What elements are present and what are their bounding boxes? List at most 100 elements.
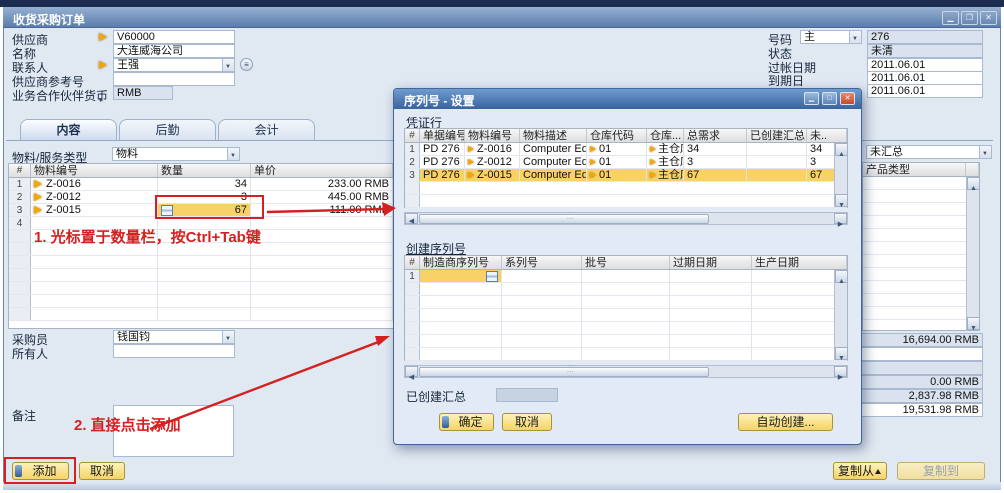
statusbar: [3, 482, 1001, 490]
desktop-strip: [0, 0, 1004, 7]
tab-content[interactable]: 内容: [20, 119, 117, 141]
link-arrow-icon[interactable]: [34, 180, 42, 188]
contact-dropdown[interactable]: 王强: [113, 58, 235, 72]
posting-date-input[interactable]: 2011.06.01: [867, 58, 983, 72]
scroll-right-icon[interactable]: [834, 366, 847, 377]
table-row[interactable]: 1: [405, 270, 847, 283]
link-arrow-icon[interactable]: [99, 61, 107, 69]
close-icon[interactable]: ✕: [840, 92, 855, 105]
vendor-input[interactable]: V60000: [113, 30, 235, 44]
link-arrow-icon[interactable]: [34, 206, 42, 214]
tax-value: 2,837.98 RMB: [855, 389, 983, 403]
link-arrow-icon[interactable]: [650, 159, 656, 165]
expand-icon[interactable]: ≡: [240, 58, 253, 71]
serial-number-dialog: 序列号 - 设置 ▁ □ ✕ 凭证行 # 单据编号 物料编号 物料描述 仓库代码…: [393, 88, 862, 445]
table-row[interactable]: 2 PD 276 Z-0012 Computer Equipment 01 主仓…: [405, 156, 847, 169]
scroll-thumb[interactable]: [419, 367, 709, 377]
dialog-titlebar[interactable]: 序列号 - 设置 ▁ □ ✕: [394, 89, 861, 109]
link-arrow-icon[interactable]: [468, 146, 474, 152]
mfr-serial-input[interactable]: [420, 270, 502, 282]
scroll-left-icon[interactable]: [405, 366, 418, 377]
created-total-value: [496, 388, 558, 402]
copy-from-button[interactable]: 复制从: [833, 462, 887, 480]
scroll-up-icon[interactable]: [967, 177, 980, 190]
scrollbar-horizontal[interactable]: [404, 212, 848, 225]
product-type-table: 产品类型: [862, 162, 980, 331]
buyer-dropdown[interactable]: 钱国钧: [113, 330, 235, 344]
tab-accounting[interactable]: 会计: [218, 119, 315, 141]
scrollbar[interactable]: [834, 143, 848, 207]
doc-date-input[interactable]: 2011.06.01: [867, 84, 983, 98]
link-arrow-icon[interactable]: [590, 146, 596, 152]
table-row[interactable]: 1 PD 276 Z-0016 Computer Equipment 01 主仓…: [405, 143, 847, 156]
scroll-left-icon[interactable]: [405, 213, 418, 224]
table-row: [405, 182, 847, 195]
link-arrow-icon[interactable]: [34, 193, 42, 201]
scroll-up-icon[interactable]: [835, 143, 848, 156]
scrollbar[interactable]: [966, 177, 980, 330]
link-arrow-icon[interactable]: [468, 159, 474, 165]
chevron-down-icon[interactable]: [222, 59, 234, 71]
ok-button[interactable]: 确定: [439, 413, 494, 431]
scrollbar-horizontal[interactable]: [404, 365, 848, 378]
doc-rows-table: # 单据编号 物料编号 物料描述 仓库代码 仓库... 总需求 已创建汇总 未.…: [404, 128, 848, 208]
minimize-icon[interactable]: ▁: [804, 92, 819, 105]
annotation-step2: 2. 直接点击添加: [74, 417, 181, 434]
scroll-right-icon[interactable]: [834, 213, 847, 224]
detail-icon[interactable]: [161, 204, 173, 216]
chevron-down-icon[interactable]: [97, 89, 104, 107]
cancel-button[interactable]: 取消: [79, 462, 125, 480]
doc-no-type-dropdown[interactable]: 主: [800, 30, 862, 44]
bp-currency-value: RMB: [113, 86, 173, 100]
table-row: [405, 309, 847, 322]
link-arrow-icon[interactable]: [590, 172, 596, 178]
add-button[interactable]: 添加: [12, 462, 69, 480]
vendor-ref-input[interactable]: [113, 72, 235, 86]
create-serials-table: # 制造商序列号 系列号 批号 过期日期 生产日期 1: [404, 255, 848, 361]
owner-label: 所有人: [12, 347, 49, 361]
due-date-input[interactable]: 2011.06.01: [867, 71, 983, 85]
annotation-step1: 1. 光标置于数量栏，按Ctrl+Tab键: [34, 229, 261, 246]
chevron-down-icon[interactable]: [979, 146, 991, 158]
bp-currency-label[interactable]: 业务合作伙伴货币: [12, 87, 108, 104]
quantity-cell-active[interactable]: 67: [158, 204, 251, 216]
main-window-titlebar[interactable]: 收货采购订单 ▁ ❐ ✕: [3, 7, 1001, 28]
screen: 收货采购订单 ▁ ❐ ✕ 供应商 V60000 名称 大连威海公司 联系人 王强…: [0, 0, 1004, 493]
status-value: 未清: [867, 44, 983, 58]
owner-input[interactable]: [113, 344, 235, 358]
link-arrow-icon[interactable]: [650, 172, 656, 178]
dialog-cancel-button[interactable]: 取消: [502, 413, 552, 431]
link-arrow-icon[interactable]: [468, 172, 474, 178]
chevron-down-icon[interactable]: [222, 331, 234, 343]
scroll-down-icon[interactable]: [967, 317, 980, 330]
discount-input[interactable]: [855, 347, 983, 361]
name-input[interactable]: 大连威海公司: [113, 44, 235, 58]
close-icon[interactable]: ✕: [980, 11, 997, 25]
table-row-selected[interactable]: 3 PD 276 Z-0015 Computer Equipment 01 主仓…: [405, 169, 847, 182]
scrollbar[interactable]: [834, 270, 848, 360]
restore-icon[interactable]: ❐: [961, 11, 978, 25]
tab-logistics[interactable]: 后勤: [119, 119, 216, 141]
choose-from-list-icon[interactable]: [486, 270, 498, 282]
summary-type-dropdown[interactable]: 未汇总: [866, 145, 992, 159]
scroll-thumb[interactable]: [419, 214, 709, 224]
minimize-icon[interactable]: ▁: [942, 11, 959, 25]
item-type-dropdown[interactable]: 物料: [112, 147, 240, 161]
window-title: 收货采购订单: [13, 13, 86, 27]
auto-create-button[interactable]: 自动创建...: [738, 413, 833, 431]
chevron-down-icon[interactable]: [849, 31, 861, 43]
copy-to-button: 复制到: [897, 462, 985, 480]
table-row: [405, 335, 847, 348]
total-value: 19,531.98 RMB: [855, 403, 983, 417]
table-row: [405, 348, 847, 361]
link-arrow-icon[interactable]: [590, 159, 596, 165]
maximize-icon[interactable]: □: [822, 92, 837, 105]
link-arrow-icon[interactable]: [99, 33, 107, 41]
link-arrow-icon[interactable]: [650, 146, 656, 152]
scroll-down-icon[interactable]: [835, 347, 848, 360]
scroll-down-icon[interactable]: [835, 194, 848, 207]
scroll-up-icon[interactable]: [835, 270, 848, 283]
menu-arrow-icon: [875, 469, 881, 474]
chevron-down-icon[interactable]: [227, 148, 239, 160]
dialog-title: 序列号 - 设置: [404, 94, 475, 108]
